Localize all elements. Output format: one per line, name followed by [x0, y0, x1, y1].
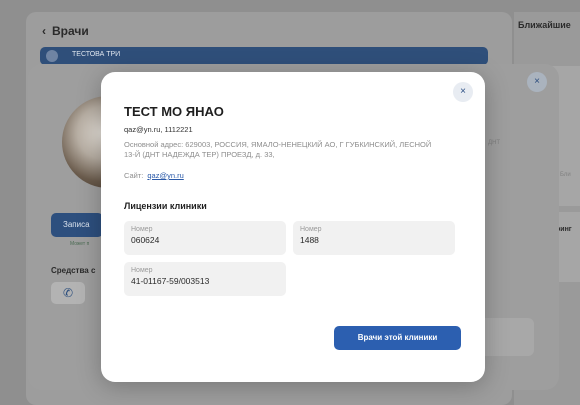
doctor-address-fragment: ДНТ — [488, 140, 501, 146]
license-card: Номер 060624 — [124, 221, 286, 255]
clinic-address: Основной адрес: 629003, РОССИЯ, ЯМАЛО-НЕ… — [124, 140, 432, 159]
clinic-doctors-button[interactable]: Врачи этой клиники — [334, 326, 461, 350]
clinic-bar[interactable]: ТЕСТОВА ТРИ — [40, 47, 488, 65]
license-label: Номер — [300, 226, 322, 233]
clinic-site: Сайт: qaz@yn.ru — [124, 171, 184, 180]
license-label: Номер — [131, 226, 153, 233]
clinic-modal: × ТЕСТ МО ЯНАО qaz@yn.ru, 1112221 Основн… — [101, 72, 485, 382]
close-icon[interactable]: × — [453, 82, 473, 102]
book-note: Может п — [70, 241, 90, 247]
license-label: Номер — [131, 267, 153, 274]
right-card-text: Бли — [560, 172, 571, 178]
license-card: Номер 1488 — [293, 221, 455, 255]
site-label: Сайт: — [124, 171, 144, 180]
clinic-bar-text: ТЕСТОВА ТРИ — [72, 51, 121, 58]
clinic-title: ТЕСТ МО ЯНАО — [124, 104, 224, 119]
close-icon[interactable]: × — [527, 72, 547, 92]
contact-means-label: Средства с — [51, 266, 96, 275]
clinic-contact: qaz@yn.ru, 1112221 — [124, 125, 193, 134]
license-number: 1488 — [300, 235, 319, 245]
license-number: 41-01167-59/003513 — [131, 276, 210, 286]
right-panel-title: Ближайшие — [518, 20, 571, 30]
back-label: Врачи — [52, 24, 89, 38]
license-card: Номер 41-01167-59/003513 — [124, 262, 286, 296]
chevron-left-icon: ‹ — [42, 24, 46, 38]
licenses-title: Лицензии клиники — [124, 201, 207, 211]
clinic-avatar — [46, 50, 58, 62]
site-link[interactable]: qaz@yn.ru — [147, 171, 183, 180]
license-number: 060624 — [131, 235, 160, 245]
phone-icon[interactable]: ✆ — [51, 282, 85, 304]
book-button[interactable]: Записа — [51, 213, 103, 237]
back-link[interactable]: ‹ Врачи — [42, 24, 89, 38]
